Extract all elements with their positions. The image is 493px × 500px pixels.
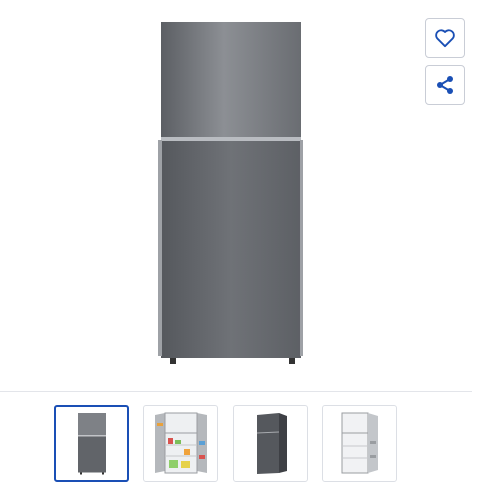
- refrigerator-open-icon: [154, 412, 207, 474]
- gallery-divider: [0, 391, 472, 392]
- refrigerator-angled-icon: [256, 413, 287, 474]
- share-icon: [437, 76, 453, 94]
- heart-icon: [435, 29, 455, 48]
- thumbnail-doors-open-empty-view[interactable]: [322, 405, 397, 482]
- thumbnail-doors-open-view[interactable]: [143, 405, 218, 482]
- refrigerator-open-empty-icon: [341, 412, 378, 474]
- share-button[interactable]: [425, 65, 465, 105]
- thumbnail-front-view[interactable]: [54, 405, 129, 482]
- favorite-button[interactable]: [425, 18, 465, 58]
- refrigerator-front-icon: [77, 413, 106, 475]
- thumbnail-angled-view[interactable]: [233, 405, 308, 482]
- refrigerator-image: [158, 22, 303, 364]
- product-main-image: [150, 18, 315, 370]
